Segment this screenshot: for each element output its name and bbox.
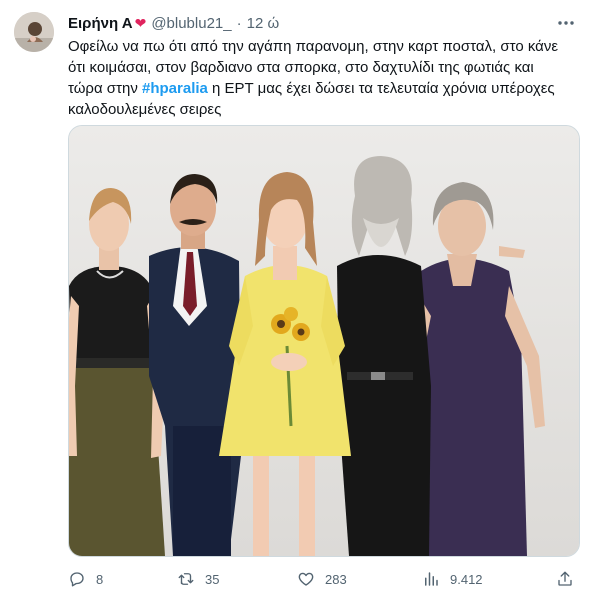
reply-button[interactable]: 8 bbox=[68, 570, 103, 588]
share-icon bbox=[558, 571, 572, 586]
separator-dot: · bbox=[236, 14, 242, 32]
like-count: 283 bbox=[325, 571, 347, 587]
share-button[interactable] bbox=[556, 570, 584, 588]
user-handle[interactable]: @blublu21_ bbox=[151, 15, 231, 32]
like-icon bbox=[298, 572, 314, 586]
tweet-text: Οφείλω να πω ότι από την αγάπη παρανομη,… bbox=[68, 36, 568, 120]
like-button[interactable]: 283 bbox=[297, 570, 347, 588]
avatar[interactable] bbox=[14, 12, 54, 52]
user-name[interactable]: Ειρήνη Α bbox=[68, 15, 133, 32]
reply-icon bbox=[70, 572, 84, 587]
hashtag-link[interactable]: #hparalia bbox=[142, 80, 208, 97]
avatar-image bbox=[14, 12, 54, 52]
retweet-count: 35 bbox=[205, 571, 220, 587]
cast-photo bbox=[69, 126, 579, 556]
views-count: 9.412 bbox=[450, 571, 483, 587]
action-bar: 8 35 283 9.412 bbox=[68, 568, 580, 590]
reply-count: 8 bbox=[96, 571, 104, 587]
tweet-photo[interactable] bbox=[68, 125, 580, 557]
views-button[interactable]: 9.412 bbox=[422, 570, 483, 588]
timestamp[interactable]: 12 ώ bbox=[247, 15, 280, 32]
retweet-icon bbox=[178, 573, 194, 585]
retweet-button[interactable]: 35 bbox=[177, 570, 219, 588]
tweet: Ειρήνη Α ❤ @blublu21_ · 12 ώ Οφείλω να π… bbox=[0, 0, 594, 600]
heart-emoji: ❤ bbox=[134, 14, 147, 31]
views-icon bbox=[425, 572, 438, 586]
tweet-header: Ειρήνη Α ❤ @blublu21_ · 12 ώ bbox=[68, 13, 578, 33]
more-icon[interactable] bbox=[554, 11, 578, 35]
